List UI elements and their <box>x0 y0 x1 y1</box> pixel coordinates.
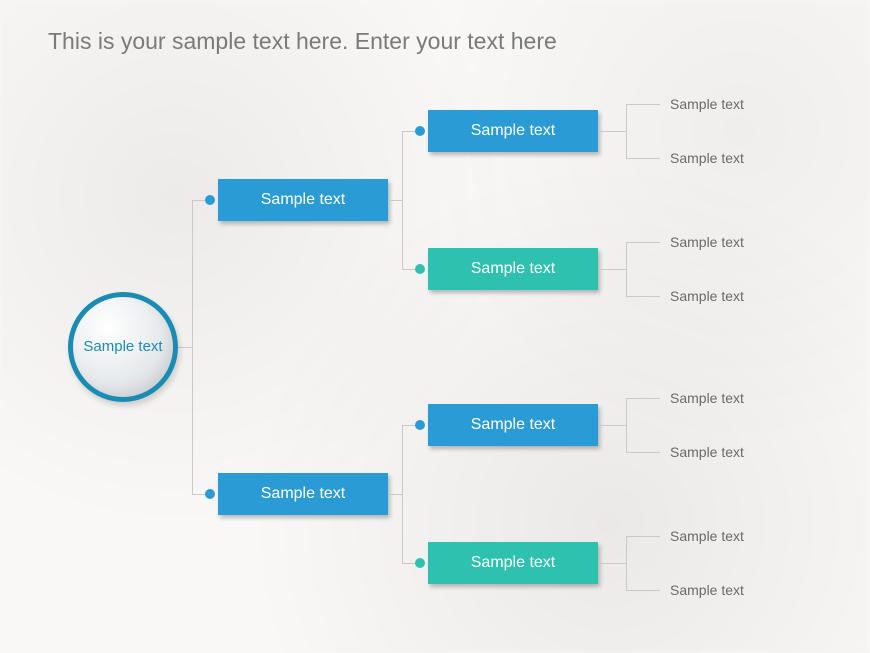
connector-line <box>626 158 660 159</box>
connector-line <box>626 536 627 591</box>
connector-dot <box>415 264 425 274</box>
level3-node-0: Sample text <box>428 110 598 152</box>
connector-line <box>626 104 660 105</box>
connector-line <box>626 104 627 159</box>
leaf-1: Sample text <box>670 150 744 166</box>
diagram-stage: Sample text Sample text Sample text Samp… <box>0 0 870 653</box>
connector-line <box>626 590 660 591</box>
connector-line <box>626 398 660 399</box>
connector-line <box>626 536 660 537</box>
leaf-5: Sample text <box>670 444 744 460</box>
connector-line <box>402 425 403 564</box>
connector-line <box>626 242 660 243</box>
connector-line <box>598 425 626 426</box>
level3-label: Sample text <box>471 416 555 434</box>
connector-dot <box>205 489 215 499</box>
connector-line <box>598 131 626 132</box>
connector-dot <box>415 420 425 430</box>
level2-label: Sample text <box>261 191 345 209</box>
leaf-0: Sample text <box>670 96 744 112</box>
connector-line <box>388 494 402 495</box>
level3-node-1: Sample text <box>428 248 598 290</box>
leaf-6: Sample text <box>670 528 744 544</box>
connector-line <box>598 269 626 270</box>
connector-line <box>626 242 627 297</box>
level2-node-1: Sample text <box>218 473 388 515</box>
connector-line <box>192 200 193 495</box>
level3-node-2: Sample text <box>428 404 598 446</box>
level2-label: Sample text <box>261 485 345 503</box>
level3-label: Sample text <box>471 554 555 572</box>
connector-dot <box>205 195 215 205</box>
root-label: Sample text <box>83 338 162 357</box>
level3-label: Sample text <box>471 260 555 278</box>
connector-line <box>626 398 627 453</box>
connector-line <box>402 131 403 270</box>
connector-dot <box>415 126 425 136</box>
connector-line <box>598 563 626 564</box>
leaf-2: Sample text <box>670 234 744 250</box>
leaf-7: Sample text <box>670 582 744 598</box>
connector-line <box>388 200 402 201</box>
leaf-4: Sample text <box>670 390 744 406</box>
leaf-3: Sample text <box>670 288 744 304</box>
root-node: Sample text <box>68 292 178 402</box>
connector-line <box>626 452 660 453</box>
level3-label: Sample text <box>471 122 555 140</box>
level3-node-3: Sample text <box>428 542 598 584</box>
connector-dot <box>415 558 425 568</box>
level2-node-0: Sample text <box>218 179 388 221</box>
connector-line <box>178 347 192 348</box>
connector-line <box>626 296 660 297</box>
